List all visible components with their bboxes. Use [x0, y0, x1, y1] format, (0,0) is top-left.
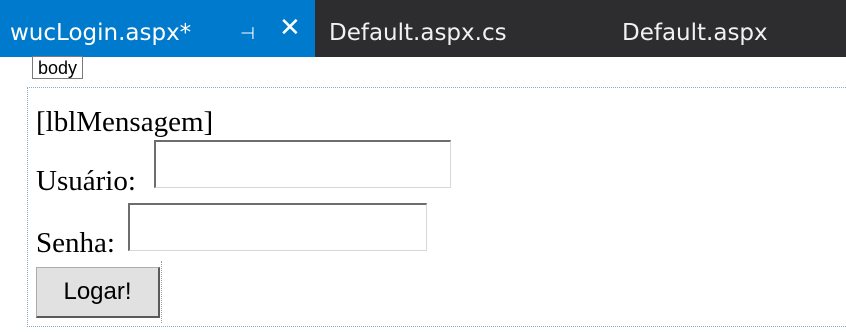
user-field[interactable] [154, 140, 451, 188]
tab-default-aspx-cs[interactable]: Default.aspx.cs [329, 0, 507, 57]
tab-label: wucLogin.aspx* [10, 19, 192, 46]
body-tag-label[interactable]: body [32, 56, 84, 79]
password-field[interactable] [128, 203, 427, 251]
user-label[interactable]: Usuário: [36, 165, 136, 198]
password-label[interactable]: Senha: [36, 227, 115, 260]
design-surface[interactable]: body [lblMensagem] Usuário: Senha: Logar… [0, 56, 846, 332]
login-button[interactable]: Logar! [36, 267, 160, 318]
close-icon[interactable]: ✕ [279, 13, 301, 43]
tab-label: Default.aspx [622, 19, 768, 46]
divider [161, 261, 162, 323]
tab-label: Default.aspx.cs [329, 19, 507, 46]
tab-default-aspx[interactable]: Default.aspx [622, 0, 768, 57]
document-tab-bar: wucLogin.aspx* ⊣ ✕ Default.aspx.cs Defau… [0, 0, 846, 57]
tab-wuclogin[interactable]: wucLogin.aspx* ⊣ ✕ [0, 0, 315, 57]
pin-icon[interactable]: ⊣ [240, 24, 255, 44]
message-label[interactable]: [lblMensagem] [36, 106, 213, 139]
